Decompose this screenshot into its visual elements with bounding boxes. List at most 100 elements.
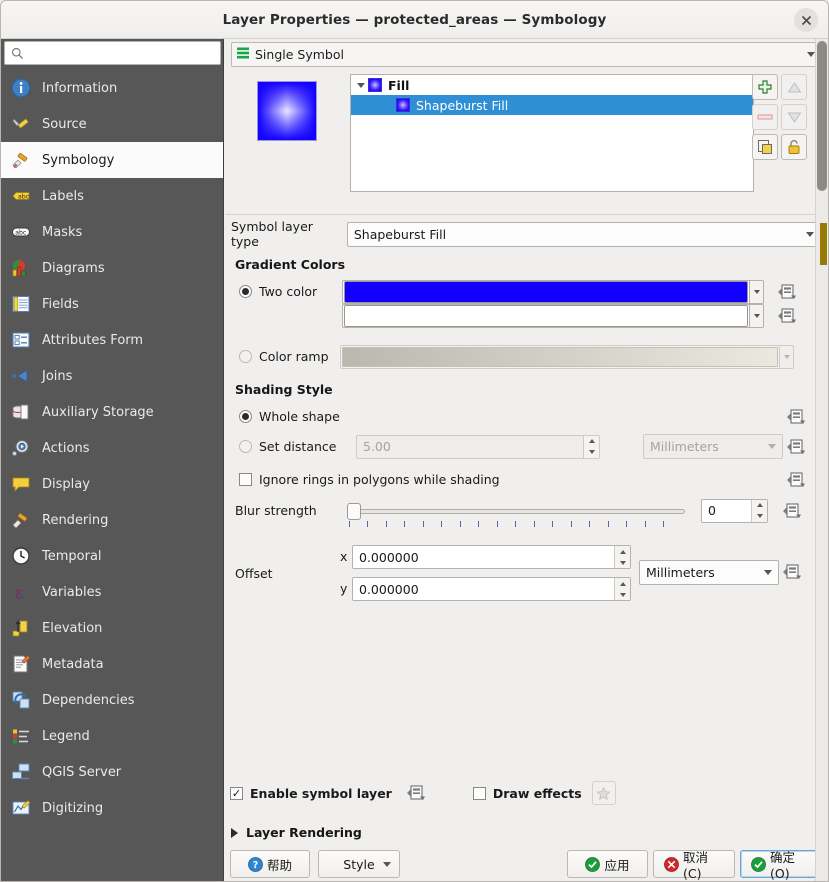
- spinbox-down-icon[interactable]: [752, 511, 767, 522]
- joins-icon: [10, 365, 32, 387]
- search-icon: [12, 47, 23, 59]
- tree-row[interactable]: Shapeburst Fill: [351, 95, 753, 115]
- enable-symbol-layer-data-defined-override-icon[interactable]: [406, 784, 426, 802]
- blur-strength-data-defined-override-icon[interactable]: [782, 502, 802, 520]
- sidebar-item-actions[interactable]: Actions: [1, 430, 223, 466]
- gradient-color2-dropdown[interactable]: [750, 304, 764, 328]
- duplicate-symbol-layer-button[interactable]: [752, 134, 778, 160]
- sidebar-item-legend[interactable]: Legend: [1, 718, 223, 754]
- slider-handle[interactable]: [347, 502, 361, 520]
- move-up-button[interactable]: [781, 74, 807, 100]
- spinbox-up-icon[interactable]: [584, 436, 599, 447]
- blur-strength-spinbox[interactable]: 0: [701, 498, 768, 523]
- dependencies-icon: [10, 689, 32, 711]
- symbol-layer-type-combo[interactable]: Shapeburst Fill: [346, 221, 821, 247]
- spinbox-buttons[interactable]: [583, 435, 599, 458]
- spinbox-up-icon[interactable]: [615, 578, 630, 589]
- sidebar-item-label: Symbology: [42, 152, 115, 168]
- draw-effects-checkbox[interactable]: [472, 786, 486, 800]
- footer-options-row: ✓ Enable symbol layer Draw effects: [230, 781, 820, 805]
- sidebar-item-dependencies[interactable]: Dependencies: [1, 682, 223, 718]
- two-color-radio[interactable]: [239, 285, 252, 298]
- spinbox-buttons[interactable]: [614, 546, 630, 568]
- close-icon[interactable]: [794, 8, 818, 32]
- sidebar-item-label: Fields: [42, 296, 79, 312]
- chevron-down-icon[interactable]: [354, 82, 368, 88]
- offset-data-defined-override-icon[interactable]: [782, 563, 802, 581]
- sidebar-item-display[interactable]: Display: [1, 466, 223, 502]
- set-distance-spinbox[interactable]: 5.00: [356, 434, 600, 459]
- gradient-color1-data-defined-override-icon[interactable]: [777, 283, 797, 301]
- gradient-color1-dropdown[interactable]: [750, 279, 764, 304]
- move-down-button[interactable]: [781, 104, 807, 130]
- lock-layer-button[interactable]: [781, 134, 807, 160]
- offset-unit-value: Millimeters: [646, 565, 715, 580]
- spinbox-up-icon[interactable]: [752, 500, 767, 511]
- ignore-rings-checkbox[interactable]: [239, 473, 252, 486]
- sidebar-item-attributes-form[interactable]: Attributes Form: [1, 322, 223, 358]
- draw-effects-settings-button[interactable]: [591, 781, 616, 805]
- search-box[interactable]: [4, 41, 221, 65]
- sidebar-item-label: Legend: [42, 728, 90, 744]
- whole-shape-data-defined-override-icon[interactable]: [786, 408, 806, 426]
- gradient-color2-button[interactable]: [342, 304, 750, 328]
- shapeburst-fill-symbol-icon: [396, 98, 410, 112]
- auxiliary-storage-icon: [10, 401, 32, 423]
- cancel-button[interactable]: 取消(C): [653, 850, 735, 881]
- sidebar-item-diagrams[interactable]: Diagrams: [1, 250, 223, 286]
- set-distance-data-defined-override-icon[interactable]: [786, 438, 806, 456]
- spinbox-down-icon[interactable]: [615, 589, 630, 600]
- renderer-type-combo[interactable]: Single Symbol: [231, 42, 823, 67]
- color-ramp-button[interactable]: [340, 344, 780, 369]
- help-button[interactable]: ? 帮助: [230, 850, 310, 878]
- apply-button[interactable]: 应用: [567, 850, 648, 878]
- fields-icon: [10, 293, 32, 315]
- sidebar-item-source[interactable]: Source: [1, 106, 223, 142]
- sidebar-item-joins[interactable]: Joins: [1, 358, 223, 394]
- ok-button[interactable]: 确定(O): [740, 850, 825, 881]
- set-distance-radio[interactable]: [239, 440, 252, 453]
- set-distance-row: Set distance 5.00 Millimeters: [239, 434, 828, 459]
- spinbox-buttons[interactable]: [614, 578, 630, 600]
- scrollbar-thumb[interactable]: [817, 41, 827, 191]
- offset-label: Offset: [235, 566, 273, 581]
- spinbox-down-icon[interactable]: [615, 557, 630, 568]
- sidebar-item-qgis-server[interactable]: QGIS Server: [1, 754, 223, 790]
- sidebar-item-masks[interactable]: abc Masks: [1, 214, 223, 250]
- sidebar-item-temporal[interactable]: Temporal: [1, 538, 223, 574]
- style-button[interactable]: Style: [318, 850, 400, 878]
- sidebar-item-rendering[interactable]: Rendering: [1, 502, 223, 538]
- vertical-scrollbar[interactable]: [815, 39, 828, 881]
- sidebar-item-variables[interactable]: ε Variables: [1, 574, 223, 610]
- sidebar-item-symbology[interactable]: Symbology: [1, 142, 223, 178]
- spinbox-down-icon[interactable]: [584, 447, 599, 458]
- color-ramp-radio[interactable]: [239, 350, 252, 363]
- search-input[interactable]: [28, 43, 208, 63]
- digitizing-icon: [10, 797, 32, 819]
- gradient-color2-data-defined-override-icon[interactable]: [777, 307, 797, 325]
- sidebar-item-elevation[interactable]: Elevation: [1, 610, 223, 646]
- enable-symbol-layer-checkbox[interactable]: ✓: [230, 786, 243, 800]
- sidebar-item-auxiliary-storage[interactable]: Auxiliary Storage: [1, 394, 223, 430]
- ignore-rings-data-defined-override-icon[interactable]: [786, 471, 806, 489]
- spinbox-up-icon[interactable]: [615, 546, 630, 557]
- sidebar-item-metadata[interactable]: Metadata: [1, 646, 223, 682]
- layer-rendering-expander[interactable]: Layer Rendering: [231, 825, 362, 840]
- main-panel: Single Symbol Fill Shapeburst Fill Symbo…: [225, 39, 828, 881]
- color-ramp-dropdown[interactable]: [780, 344, 794, 369]
- sidebar-item-fields[interactable]: Fields: [1, 286, 223, 322]
- gradient-color1-button[interactable]: [342, 279, 750, 304]
- blur-strength-slider[interactable]: [347, 499, 685, 527]
- set-distance-unit-combo[interactable]: Millimeters: [643, 434, 783, 459]
- offset-unit-combo[interactable]: Millimeters: [639, 560, 779, 585]
- offset-x-spinbox[interactable]: 0.000000: [352, 545, 631, 569]
- sidebar-item-labels[interactable]: abc Labels: [1, 178, 223, 214]
- spinbox-buttons[interactable]: [751, 499, 767, 522]
- whole-shape-radio[interactable]: [239, 410, 252, 423]
- sidebar-item-digitizing[interactable]: Digitizing: [1, 790, 223, 826]
- remove-symbol-layer-button[interactable]: [752, 104, 778, 130]
- offset-y-spinbox[interactable]: 0.000000: [352, 577, 631, 601]
- add-symbol-layer-button[interactable]: [752, 74, 778, 100]
- sidebar-item-information[interactable]: Information: [1, 70, 223, 106]
- tree-row[interactable]: Fill: [351, 75, 753, 95]
